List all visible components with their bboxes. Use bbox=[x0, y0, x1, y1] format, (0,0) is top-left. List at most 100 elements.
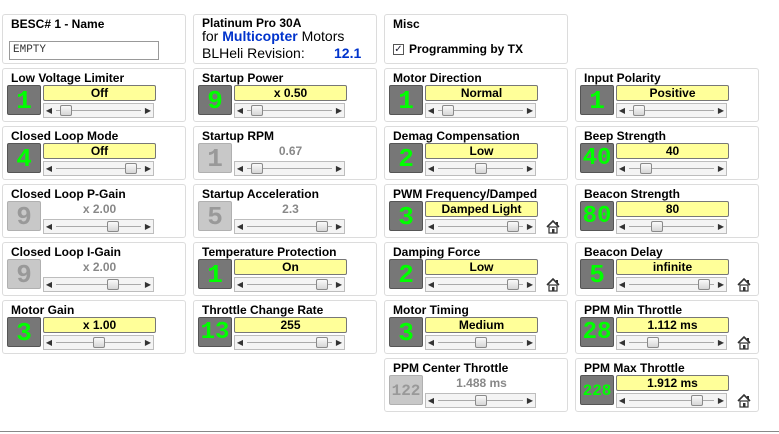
ppm-max-throttle-slider-thumb[interactable] bbox=[691, 395, 703, 406]
low-voltage-limiter-slider-thumb[interactable] bbox=[60, 105, 72, 116]
motor-direction-slider-right-arrow-icon[interactable]: ▶ bbox=[525, 104, 535, 117]
demag-compensation-slider-thumb[interactable] bbox=[475, 163, 487, 174]
motor-direction-slider[interactable]: ◀ ▶ bbox=[425, 103, 536, 118]
throttle-change-rate-slider-thumb[interactable] bbox=[316, 337, 328, 348]
temperature-protection-number: 1 bbox=[198, 259, 232, 290]
ppm-max-throttle-slider-right-arrow-icon[interactable]: ▶ bbox=[716, 394, 726, 407]
closed-loop-i-gain-slider-left-arrow-icon[interactable]: ◀ bbox=[44, 278, 54, 291]
ppm-center-throttle-slider[interactable]: ◀ ▶ bbox=[425, 393, 536, 408]
ppm-center-throttle-slider-thumb[interactable] bbox=[475, 395, 487, 406]
pwm-frequency-damped-default-house-icon[interactable] bbox=[545, 219, 561, 235]
input-polarity-slider-thumb[interactable] bbox=[633, 105, 645, 116]
beacon-delay-slider[interactable]: ◀ ▶ bbox=[616, 277, 727, 292]
beep-strength-slider-left-arrow-icon[interactable]: ◀ bbox=[617, 162, 627, 175]
low-voltage-limiter-value: Off bbox=[43, 85, 156, 101]
low-voltage-limiter-slider-right-arrow-icon[interactable]: ▶ bbox=[143, 104, 153, 117]
beep-strength-slider[interactable]: ◀ ▶ bbox=[616, 161, 727, 176]
beacon-delay-slider-left-arrow-icon[interactable]: ◀ bbox=[617, 278, 627, 291]
ppm-max-throttle-slider-left-arrow-icon[interactable]: ◀ bbox=[617, 394, 627, 407]
ppm-min-throttle-default-house-icon[interactable] bbox=[736, 335, 752, 351]
startup-acceleration-slider-left-arrow-icon[interactable]: ◀ bbox=[235, 220, 245, 233]
startup-rpm-slider-left-arrow-icon[interactable]: ◀ bbox=[235, 162, 245, 175]
temperature-protection-slider-right-arrow-icon[interactable]: ▶ bbox=[334, 278, 344, 291]
motor-gain-slider-left-arrow-icon[interactable]: ◀ bbox=[44, 336, 54, 349]
ppm-min-throttle-slider-thumb[interactable] bbox=[647, 337, 659, 348]
ppm-min-throttle-slider-left-arrow-icon[interactable]: ◀ bbox=[617, 336, 627, 349]
damping-force-slider-thumb[interactable] bbox=[507, 279, 519, 290]
startup-rpm-value: 0.67 bbox=[278, 144, 303, 158]
closed-loop-p-gain-slider-left-arrow-icon[interactable]: ◀ bbox=[44, 220, 54, 233]
demag-compensation-slider[interactable]: ◀ ▶ bbox=[425, 161, 536, 176]
closed-loop-p-gain-slider-right-arrow-icon[interactable]: ▶ bbox=[143, 220, 153, 233]
beacon-delay-slider-thumb[interactable] bbox=[698, 279, 710, 290]
pwm-frequency-damped-slider-left-arrow-icon[interactable]: ◀ bbox=[426, 220, 436, 233]
pwm-frequency-damped-slider-thumb[interactable] bbox=[507, 221, 519, 232]
beacon-strength-slider-right-arrow-icon[interactable]: ▶ bbox=[716, 220, 726, 233]
startup-power-slider-left-arrow-icon[interactable]: ◀ bbox=[235, 104, 245, 117]
pwm-frequency-damped-slider-right-arrow-icon[interactable]: ▶ bbox=[525, 220, 535, 233]
beep-strength-slider-right-arrow-icon[interactable]: ▶ bbox=[716, 162, 726, 175]
demag-compensation-slider-right-arrow-icon[interactable]: ▶ bbox=[525, 162, 535, 175]
motor-timing-slider-thumb[interactable] bbox=[475, 337, 487, 348]
low-voltage-limiter-slider-left-arrow-icon[interactable]: ◀ bbox=[44, 104, 54, 117]
closed-loop-mode-slider-left-arrow-icon[interactable]: ◀ bbox=[44, 162, 54, 175]
beacon-strength-slider-left-arrow-icon[interactable]: ◀ bbox=[617, 220, 627, 233]
beacon-strength-slider[interactable]: ◀ ▶ bbox=[616, 219, 727, 234]
closed-loop-mode-slider-thumb[interactable] bbox=[125, 163, 137, 174]
temperature-protection-slider-left-arrow-icon[interactable]: ◀ bbox=[235, 278, 245, 291]
programming-by-tx-checkbox[interactable]: ✓ bbox=[393, 44, 404, 55]
beep-strength-slider-thumb[interactable] bbox=[640, 163, 652, 174]
motor-direction-slider-thumb[interactable] bbox=[442, 105, 454, 116]
motor-gain-slider-right-arrow-icon[interactable]: ▶ bbox=[143, 336, 153, 349]
closed-loop-i-gain-slider-thumb[interactable] bbox=[107, 279, 119, 290]
throttle-change-rate-slider-left-arrow-icon[interactable]: ◀ bbox=[235, 336, 245, 349]
throttle-change-rate-slider[interactable]: ◀ ▶ bbox=[234, 335, 345, 350]
motor-timing-slider[interactable]: ◀ ▶ bbox=[425, 335, 536, 350]
demag-compensation-slider-left-arrow-icon[interactable]: ◀ bbox=[426, 162, 436, 175]
throttle-change-rate-slider-right-arrow-icon[interactable]: ▶ bbox=[334, 336, 344, 349]
startup-rpm-slider[interactable]: ◀ ▶ bbox=[234, 161, 345, 176]
startup-acceleration-slider-right-arrow-icon[interactable]: ▶ bbox=[334, 220, 344, 233]
closed-loop-i-gain-slider[interactable]: ◀ ▶ bbox=[43, 277, 154, 292]
motor-timing-slider-left-arrow-icon[interactable]: ◀ bbox=[426, 336, 436, 349]
motor-timing-slider-right-arrow-icon[interactable]: ▶ bbox=[525, 336, 535, 349]
beacon-strength-number: 80 bbox=[580, 201, 614, 231]
ppm-center-throttle-slider-left-arrow-icon[interactable]: ◀ bbox=[426, 394, 436, 407]
closed-loop-mode-slider[interactable]: ◀ ▶ bbox=[43, 161, 154, 176]
closed-loop-p-gain-slider-thumb[interactable] bbox=[107, 221, 119, 232]
input-polarity-slider-right-arrow-icon[interactable]: ▶ bbox=[716, 104, 726, 117]
motor-gain-slider[interactable]: ◀ ▶ bbox=[43, 335, 154, 350]
beacon-strength-slider-thumb[interactable] bbox=[651, 221, 663, 232]
startup-rpm-slider-right-arrow-icon[interactable]: ▶ bbox=[334, 162, 344, 175]
input-polarity-slider[interactable]: ◀ ▶ bbox=[616, 103, 727, 118]
damping-force-slider-left-arrow-icon[interactable]: ◀ bbox=[426, 278, 436, 291]
pwm-frequency-damped-slider[interactable]: ◀ ▶ bbox=[425, 219, 536, 234]
startup-acceleration-slider[interactable]: ◀ ▶ bbox=[234, 219, 345, 234]
damping-force-slider[interactable]: ◀ ▶ bbox=[425, 277, 536, 292]
ppm-min-throttle-slider-right-arrow-icon[interactable]: ▶ bbox=[716, 336, 726, 349]
temperature-protection-slider-thumb[interactable] bbox=[316, 279, 328, 290]
startup-rpm-slider-thumb[interactable] bbox=[251, 163, 263, 174]
ppm-center-throttle-slider-right-arrow-icon[interactable]: ▶ bbox=[525, 394, 535, 407]
low-voltage-limiter-slider[interactable]: ◀ ▶ bbox=[43, 103, 154, 118]
closed-loop-p-gain-slider[interactable]: ◀ ▶ bbox=[43, 219, 154, 234]
damping-force-slider-right-arrow-icon[interactable]: ▶ bbox=[525, 278, 535, 291]
input-polarity-slider-left-arrow-icon[interactable]: ◀ bbox=[617, 104, 627, 117]
beacon-strength-panel: Beacon Strength 80 80 ◀ ▶ bbox=[575, 184, 759, 238]
motor-direction-slider-left-arrow-icon[interactable]: ◀ bbox=[426, 104, 436, 117]
startup-power-slider-thumb[interactable] bbox=[251, 105, 263, 116]
beacon-delay-slider-right-arrow-icon[interactable]: ▶ bbox=[716, 278, 726, 291]
beacon-delay-default-house-icon[interactable] bbox=[736, 277, 752, 293]
closed-loop-mode-slider-right-arrow-icon[interactable]: ▶ bbox=[143, 162, 153, 175]
ppm-max-throttle-default-house-icon[interactable] bbox=[736, 393, 752, 409]
ppm-max-throttle-slider[interactable]: ◀ ▶ bbox=[616, 393, 727, 408]
motor-gain-slider-thumb[interactable] bbox=[93, 337, 105, 348]
temperature-protection-slider[interactable]: ◀ ▶ bbox=[234, 277, 345, 292]
esc-name-input[interactable]: EMPTY bbox=[9, 41, 159, 60]
startup-acceleration-slider-thumb[interactable] bbox=[316, 221, 328, 232]
damping-force-default-house-icon[interactable] bbox=[545, 277, 561, 293]
closed-loop-i-gain-slider-right-arrow-icon[interactable]: ▶ bbox=[143, 278, 153, 291]
startup-power-slider-right-arrow-icon[interactable]: ▶ bbox=[334, 104, 344, 117]
startup-power-slider[interactable]: ◀ ▶ bbox=[234, 103, 345, 118]
ppm-min-throttle-slider[interactable]: ◀ ▶ bbox=[616, 335, 727, 350]
